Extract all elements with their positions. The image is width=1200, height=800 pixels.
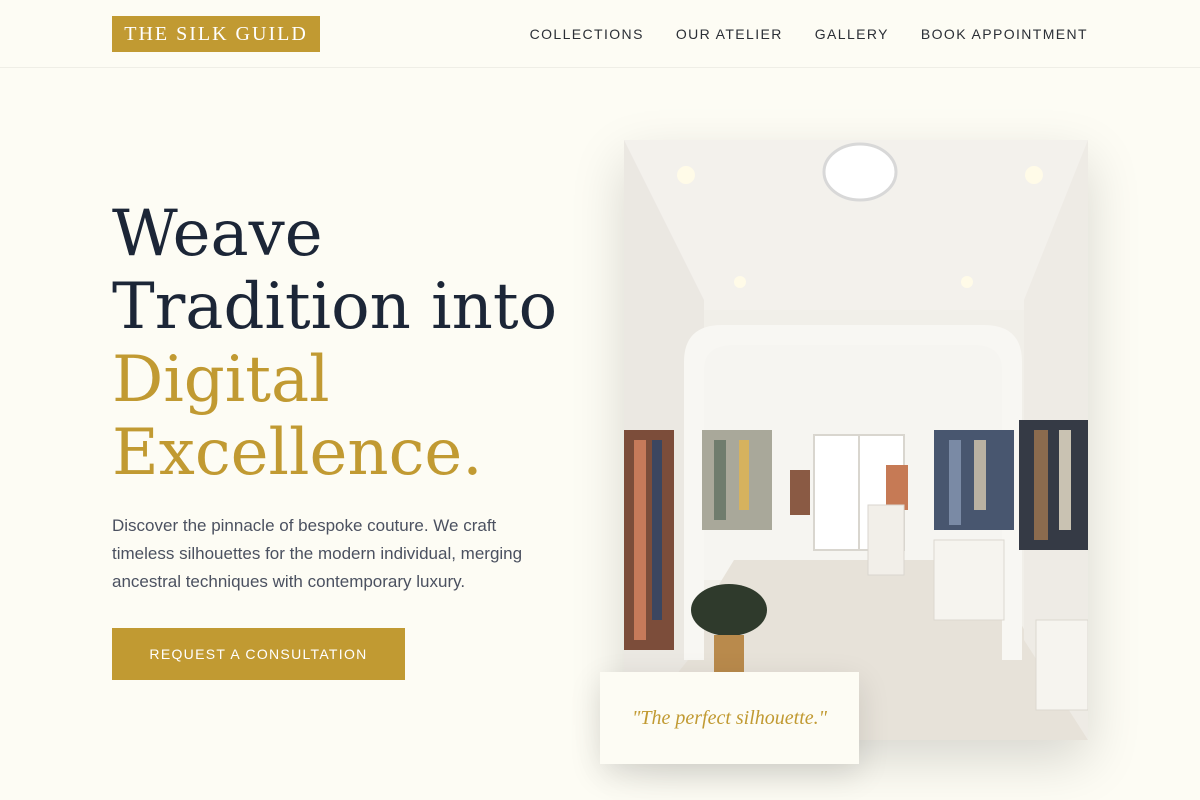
request-consultation-button[interactable]: REQUEST A CONSULTATION bbox=[112, 628, 405, 680]
hero-headline: Weave Tradition into Digital Excellence. bbox=[112, 198, 557, 490]
quote-card: "The perfect silhouette." bbox=[600, 672, 859, 764]
logo[interactable]: THE SILK GUILD bbox=[112, 16, 320, 52]
headline-accent-line: Excellence. bbox=[112, 416, 483, 490]
headline-line: Tradition into bbox=[112, 270, 558, 344]
nav-link-collections[interactable]: COLLECTIONS bbox=[530, 26, 644, 42]
hero-description: Discover the pinnacle of bespoke couture… bbox=[112, 516, 523, 591]
nav-link-gallery[interactable]: GALLERY bbox=[815, 26, 889, 42]
quote-text: "The perfect silhouette." bbox=[631, 706, 828, 729]
headline-accent-line: Digital bbox=[112, 343, 330, 417]
site-header: THE SILK GUILD COLLECTIONS OUR ATELIER G… bbox=[0, 0, 1200, 68]
main-nav: COLLECTIONS OUR ATELIER GALLERY BOOK APP… bbox=[530, 0, 1088, 68]
boutique-interior-image bbox=[624, 140, 1088, 740]
nav-link-book-appointment[interactable]: BOOK APPOINTMENT bbox=[921, 26, 1088, 42]
headline-line: Weave bbox=[112, 197, 323, 271]
nav-link-our-atelier[interactable]: OUR ATELIER bbox=[676, 26, 783, 42]
